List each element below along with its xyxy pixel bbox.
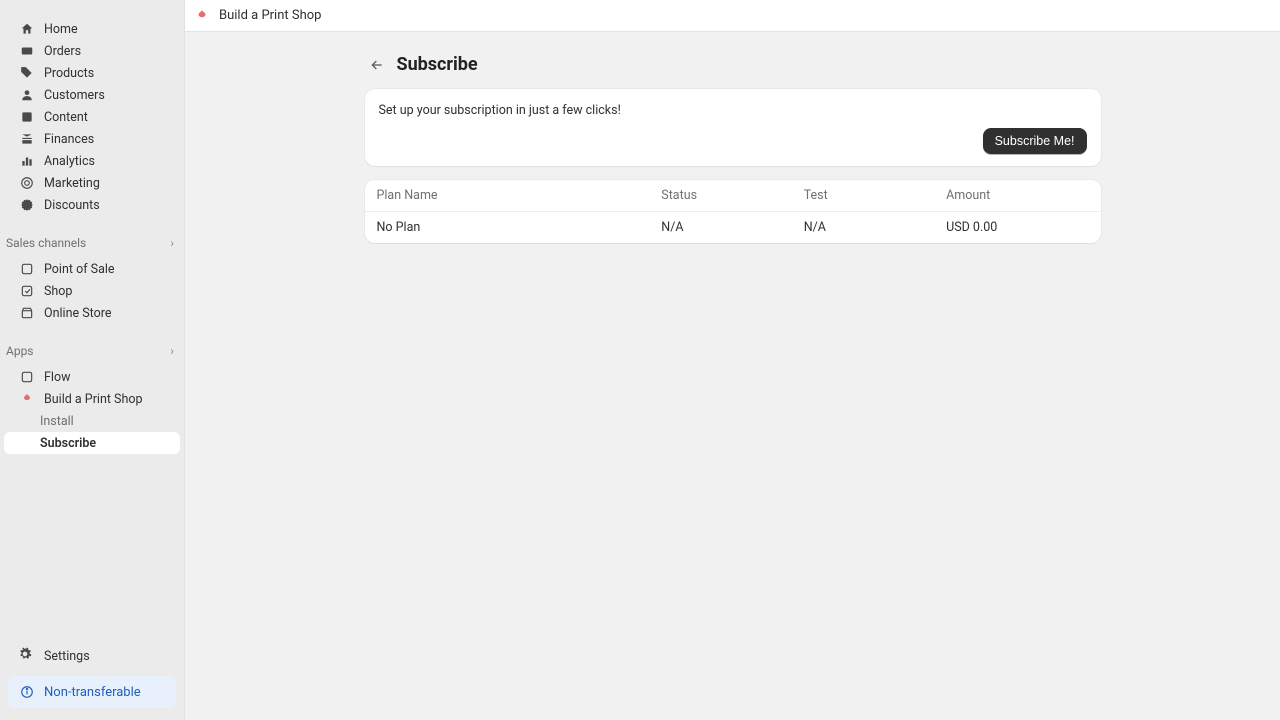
customers-icon xyxy=(18,88,36,102)
sidebar-spacer xyxy=(0,458,184,642)
nav-marketing[interactable]: Marketing xyxy=(4,172,180,194)
col-test: Test xyxy=(804,188,946,203)
channel-pos[interactable]: Point of Sale xyxy=(4,258,180,280)
table-header-row: Plan Name Status Test Amount xyxy=(365,180,1101,212)
chevron-right-icon: › xyxy=(170,344,174,358)
nav-finances[interactable]: Finances xyxy=(4,128,180,150)
nav-channels: Point of Sale Shop Online Store xyxy=(0,254,184,328)
nav-label: Orders xyxy=(44,44,81,59)
cell-test: N/A xyxy=(804,220,946,235)
app-bar-icon xyxy=(193,7,211,25)
analytics-icon xyxy=(18,154,36,168)
back-button[interactable] xyxy=(367,55,387,75)
sidebar: Home Orders Products Customers Content F… xyxy=(0,0,185,720)
cell-status: N/A xyxy=(661,220,803,235)
nav-home[interactable]: Home xyxy=(4,18,180,40)
page-title: Subscribe xyxy=(397,54,478,75)
cell-plan-name: No Plan xyxy=(377,220,662,235)
nav-customers[interactable]: Customers xyxy=(4,84,180,106)
flow-icon xyxy=(18,370,36,384)
sub-item-label: Install xyxy=(40,414,74,429)
sub-item-label: Subscribe xyxy=(40,436,96,451)
gear-icon xyxy=(18,647,36,665)
cell-amount: USD 0.00 xyxy=(946,220,1088,235)
nav-label: Content xyxy=(44,110,88,125)
back-arrow-icon xyxy=(369,57,385,73)
nav-label: Flow xyxy=(44,370,70,385)
nav-label: Online Store xyxy=(44,306,111,321)
nav-label: Build a Print Shop xyxy=(44,392,143,407)
nav-content[interactable]: Content xyxy=(4,106,180,128)
channel-shop[interactable]: Shop xyxy=(4,280,180,302)
nav-main: Home Orders Products Customers Content F… xyxy=(0,14,184,220)
orders-icon xyxy=(18,44,36,58)
col-amount: Amount xyxy=(946,188,1088,203)
channel-online-store[interactable]: Online Store xyxy=(4,302,180,324)
nav-settings[interactable]: Settings xyxy=(4,642,180,670)
app-bar-title: Build a Print Shop xyxy=(219,8,321,23)
app-bar: Build a Print Shop xyxy=(185,0,1280,32)
nav-label: Finances xyxy=(44,132,94,147)
subscribe-button[interactable]: Subscribe Me! xyxy=(983,128,1087,154)
nav-label: Marketing xyxy=(44,176,100,191)
nav-analytics[interactable]: Analytics xyxy=(4,150,180,172)
nav-label: Discounts xyxy=(44,198,100,213)
page-header: Subscribe xyxy=(365,54,1101,75)
main-area: Build a Print Shop Subscribe Set up your… xyxy=(185,0,1280,720)
plans-table: Plan Name Status Test Amount No Plan N/A… xyxy=(365,180,1101,243)
shop-icon xyxy=(18,284,36,298)
col-status: Status xyxy=(661,188,803,203)
page: Subscribe Set up your subscription in ju… xyxy=(185,32,1280,720)
card-actions: Subscribe Me! xyxy=(379,128,1087,154)
info-icon xyxy=(18,685,36,699)
nav-label: Home xyxy=(44,22,78,37)
nav-label: Customers xyxy=(44,88,105,103)
subscribe-intro-text: Set up your subscription in just a few c… xyxy=(379,103,1087,118)
table-row: No Plan N/A N/A USD 0.00 xyxy=(365,212,1101,243)
app-print-shop[interactable]: Build a Print Shop xyxy=(4,388,180,410)
app-sub-subscribe[interactable]: Subscribe xyxy=(4,432,180,454)
nav-label: Shop xyxy=(44,284,72,299)
sales-channels-header[interactable]: Sales channels › xyxy=(0,230,184,254)
finances-icon xyxy=(18,132,36,146)
marketing-icon xyxy=(18,176,36,190)
print-shop-icon xyxy=(18,392,36,406)
store-icon xyxy=(18,306,36,320)
subscribe-card: Set up your subscription in just a few c… xyxy=(365,89,1101,166)
chevron-right-icon: › xyxy=(170,236,174,250)
discounts-icon xyxy=(18,198,36,212)
nav-products[interactable]: Products xyxy=(4,62,180,84)
nav-label: Products xyxy=(44,66,94,81)
home-icon xyxy=(18,22,36,36)
app-flow[interactable]: Flow xyxy=(4,366,180,388)
nav-orders[interactable]: Orders xyxy=(4,40,180,62)
content-icon xyxy=(18,110,36,124)
nav-label: Point of Sale xyxy=(44,262,115,277)
pos-icon xyxy=(18,262,36,276)
col-plan-name: Plan Name xyxy=(377,188,662,203)
nav-apps: Flow Build a Print Shop Install Subscrib… xyxy=(0,362,184,458)
app-sub-install[interactable]: Install xyxy=(4,410,180,432)
apps-label: Apps xyxy=(6,344,34,358)
page-inner: Subscribe Set up your subscription in ju… xyxy=(365,54,1101,720)
apps-header[interactable]: Apps › xyxy=(0,338,184,362)
products-icon xyxy=(18,66,36,80)
nav-discounts[interactable]: Discounts xyxy=(4,194,180,216)
settings-label: Settings xyxy=(44,649,90,664)
nontransferable-label: Non-transferable xyxy=(44,685,141,700)
sales-channels-label: Sales channels xyxy=(6,236,86,250)
nontransferable-banner[interactable]: Non-transferable xyxy=(8,676,176,708)
nav-label: Analytics xyxy=(44,154,95,169)
